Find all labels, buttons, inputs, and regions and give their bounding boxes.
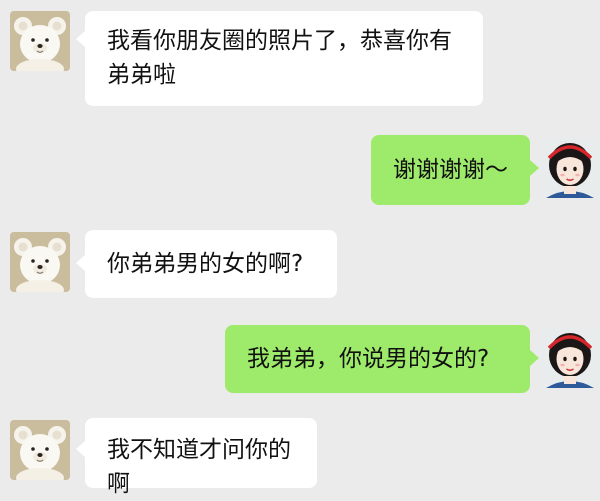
- contact-avatar[interactable]: [10, 420, 70, 480]
- teddy-bear-icon: [10, 11, 70, 71]
- message-bubble[interactable]: 你弟弟男的女的啊?: [85, 230, 337, 298]
- message-row-incoming: 你弟弟男的女的啊?: [0, 225, 600, 305]
- teddy-bear-icon: [10, 420, 70, 480]
- message-row-outgoing: 谢谢谢谢～: [0, 130, 600, 210]
- message-bubble[interactable]: 我看你朋友圈的照片了，恭喜你有弟弟啦: [85, 11, 483, 106]
- my-avatar[interactable]: [540, 138, 600, 198]
- message-bubble[interactable]: 我弟弟，你说男的女的?: [225, 325, 530, 393]
- message-row-incoming: 我不知道才问你的啊: [0, 410, 600, 497]
- bubble-tail: [76, 31, 85, 47]
- teddy-bear-icon: [10, 232, 70, 292]
- my-avatar[interactable]: [540, 328, 600, 388]
- message-row-incoming: 我看你朋友圈的照片了，恭喜你有弟弟啦: [0, 0, 600, 110]
- contact-avatar[interactable]: [10, 232, 70, 292]
- bubble-tail: [530, 160, 539, 176]
- bubble-tail: [76, 441, 85, 457]
- message-row-outgoing: 我弟弟，你说男的女的?: [0, 320, 600, 400]
- contact-avatar[interactable]: [10, 11, 70, 71]
- bubble-tail: [76, 255, 85, 271]
- message-bubble[interactable]: 谢谢谢谢～: [371, 135, 530, 205]
- bubble-tail: [530, 350, 539, 366]
- snow-white-icon: [540, 138, 600, 198]
- message-bubble[interactable]: 我不知道才问你的啊: [85, 418, 317, 497]
- snow-white-icon: [540, 328, 600, 388]
